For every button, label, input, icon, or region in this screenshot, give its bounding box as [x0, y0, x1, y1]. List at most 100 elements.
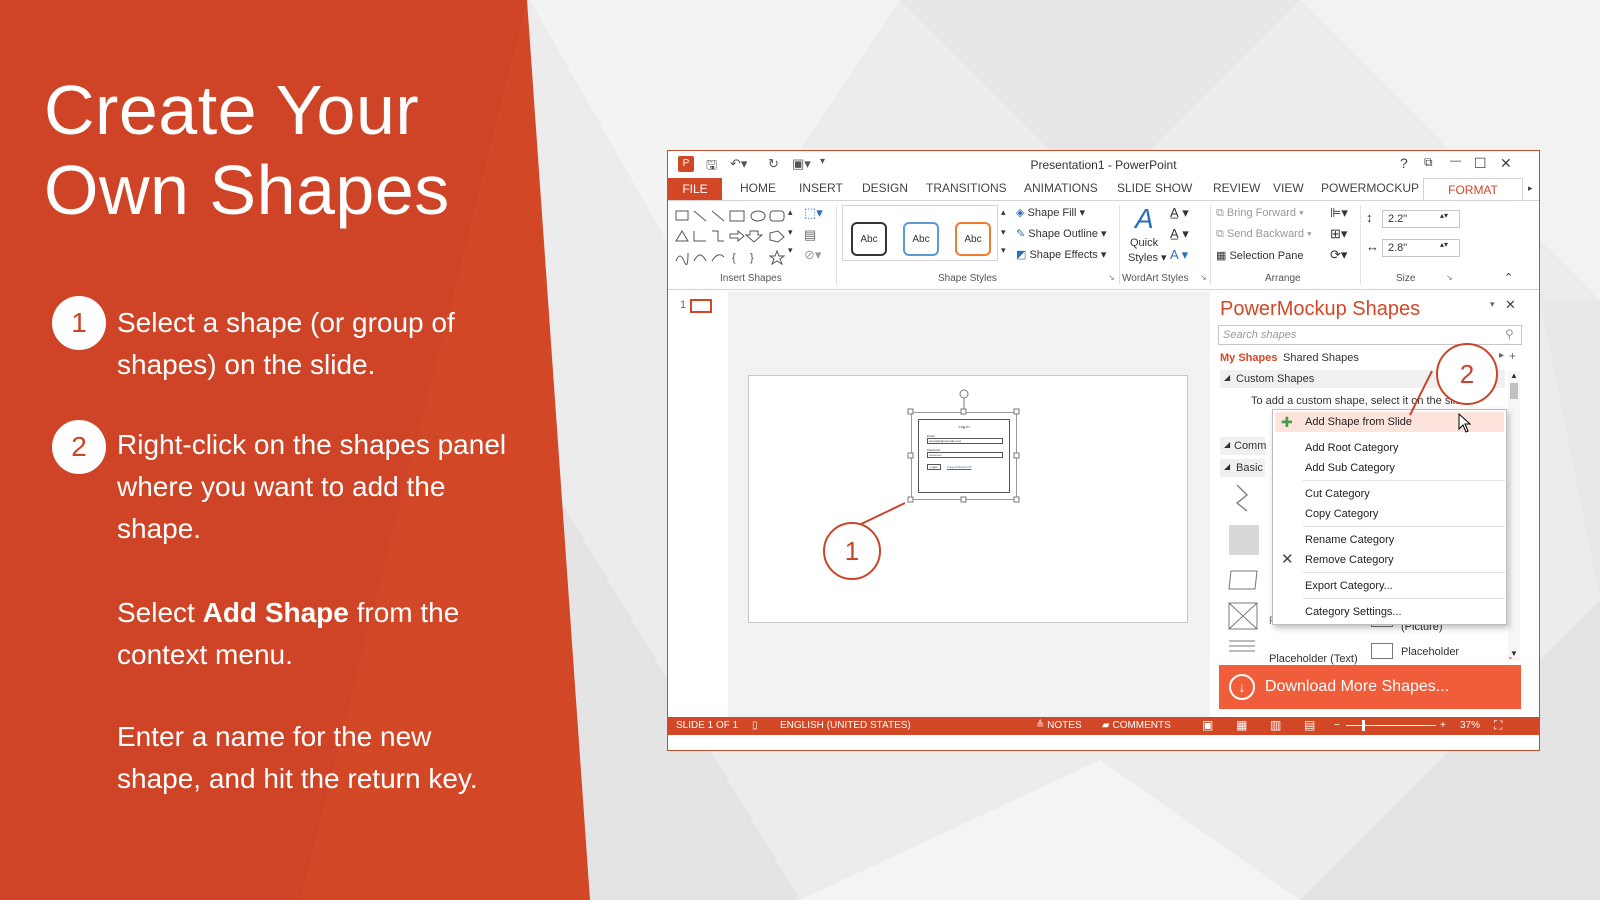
- width-spinner-icon[interactable]: ▴▾: [1440, 240, 1448, 249]
- zoom-in-icon[interactable]: +: [1440, 720, 1446, 731]
- tab-animations[interactable]: ANIMATIONS: [1024, 181, 1098, 195]
- panel-scrollbar[interactable]: ▲ ▼: [1508, 371, 1520, 661]
- shape-outline-button[interactable]: ✎ Shape Outline ▾: [1016, 227, 1107, 240]
- menu-item-cut-category[interactable]: Cut Category: [1305, 488, 1370, 500]
- slide-thumbnail[interactable]: [690, 299, 712, 313]
- menu-item-category-settings[interactable]: Category Settings...: [1305, 606, 1402, 618]
- maximize-icon[interactable]: ☐: [1474, 155, 1487, 172]
- shape-styles-launcher-icon[interactable]: ↘: [1108, 273, 1115, 282]
- group-icon[interactable]: ⊞▾: [1330, 226, 1347, 242]
- ribbon-display-icon[interactable]: ⧉: [1424, 155, 1433, 170]
- tab-view[interactable]: VIEW: [1273, 181, 1304, 195]
- zoom-slider-thumb[interactable]: [1362, 720, 1365, 731]
- gallery-down-icon[interactable]: ▾: [788, 227, 793, 238]
- quick-styles-line1[interactable]: Quick: [1130, 237, 1158, 249]
- edit-shape-icon[interactable]: ⬚▾: [804, 205, 823, 221]
- tab-design[interactable]: DESIGN: [862, 181, 908, 195]
- text-outline-icon[interactable]: A̲ ▾: [1170, 226, 1189, 242]
- reading-view-icon[interactable]: ▥: [1270, 718, 1281, 732]
- tab-insert[interactable]: INSERT: [799, 181, 843, 195]
- shape-fill-button[interactable]: ◈ Shape Fill ▾: [1016, 206, 1085, 219]
- tab-home[interactable]: HOME: [740, 181, 776, 195]
- scroll-tabs-icon[interactable]: ▸: [1528, 183, 1533, 194]
- tab-slide-show[interactable]: SLIDE SHOW: [1117, 181, 1192, 195]
- shapes-search-input[interactable]: Search shapes: [1218, 325, 1522, 345]
- styles-more-icon[interactable]: ▾: [1001, 245, 1006, 256]
- styles-up-icon[interactable]: ▴: [1001, 207, 1006, 218]
- slide-canvas[interactable]: Log In Email example@example.com Passwor…: [748, 375, 1188, 623]
- zoom-slider[interactable]: [1346, 725, 1436, 726]
- menu-item-copy-category[interactable]: Copy Category: [1305, 508, 1378, 520]
- selection-pane-button[interactable]: ▦ Selection Pane: [1216, 249, 1303, 262]
- slide-sorter-icon[interactable]: ▦: [1236, 718, 1247, 732]
- comments-button[interactable]: ▰ COMMENTS: [1102, 720, 1171, 731]
- zoom-level[interactable]: 37%: [1460, 720, 1480, 731]
- quick-styles-button[interactable]: Styles ▾: [1128, 251, 1167, 264]
- quick-styles-icon[interactable]: A: [1135, 203, 1154, 235]
- gallery-more-icon[interactable]: ▾: [788, 245, 793, 256]
- rotate-icon[interactable]: ⟳▾: [1330, 247, 1347, 263]
- scroll-thumb[interactable]: [1510, 383, 1518, 399]
- style-preset-orange[interactable]: Abc: [955, 222, 991, 256]
- collapse-download-icon[interactable]: ⌄: [1507, 652, 1514, 661]
- bring-forward-button[interactable]: ⧉ Bring Forward ▾: [1216, 207, 1304, 220]
- download-icon: ↓: [1229, 674, 1255, 700]
- normal-view-icon[interactable]: ▣: [1202, 718, 1213, 732]
- text-effects-icon[interactable]: A ▾: [1170, 247, 1188, 263]
- slideshow-view-icon[interactable]: ▤: [1304, 718, 1315, 732]
- shape-effects-button[interactable]: ◩ Shape Effects ▾: [1016, 248, 1106, 261]
- close-icon[interactable]: ✕: [1500, 155, 1512, 172]
- align-icon[interactable]: ⊫▾: [1330, 205, 1348, 221]
- menu-item-remove-category[interactable]: Remove Category: [1305, 554, 1394, 566]
- tab-my-shapes[interactable]: My Shapes: [1220, 352, 1277, 364]
- tab-file[interactable]: FILE: [668, 178, 722, 200]
- text-fill-icon[interactable]: A̲ ▾: [1170, 205, 1189, 221]
- zoom-out-icon[interactable]: −: [1334, 720, 1340, 731]
- menu-item-rename-category[interactable]: Rename Category: [1305, 534, 1394, 546]
- text-lines-shape-icon[interactable]: [1229, 640, 1255, 652]
- wordart-launcher-icon[interactable]: ↘: [1200, 273, 1207, 282]
- download-more-shapes-button[interactable]: ↓ Download More Shapes...: [1219, 665, 1521, 709]
- height-spinner-icon[interactable]: ▴▾: [1440, 211, 1448, 220]
- category-basic[interactable]: ◢ Basic: [1220, 459, 1265, 477]
- placeholder-shape-icon[interactable]: [1371, 643, 1393, 659]
- fit-slide-icon[interactable]: ⛶: [1494, 718, 1502, 733]
- panel-more-icon[interactable]: ▸: [1499, 350, 1504, 361]
- menu-item-add-shape-from-slide[interactable]: Add Shape from Slide: [1305, 416, 1412, 428]
- shape-width-input[interactable]: 2.8": [1382, 239, 1460, 257]
- tab-powermockup[interactable]: POWERMOCKUP: [1321, 181, 1419, 195]
- shapes-list[interactable]: [1225, 481, 1265, 661]
- size-launcher-icon[interactable]: ↘: [1446, 273, 1453, 282]
- category-common[interactable]: ◢ Comm: [1220, 437, 1266, 455]
- group-separator: [1119, 205, 1120, 285]
- panel-close-icon[interactable]: ✕: [1505, 297, 1516, 313]
- styles-down-icon[interactable]: ▾: [1001, 227, 1006, 238]
- menu-item-add-root-category[interactable]: Add Root Category: [1305, 442, 1399, 454]
- chevron-shape-icon[interactable]: [1235, 484, 1249, 512]
- help-icon[interactable]: ?: [1400, 155, 1408, 171]
- spellcheck-icon[interactable]: ▯: [752, 720, 758, 731]
- send-backward-label: Send Backward: [1226, 228, 1304, 240]
- send-backward-button[interactable]: ⧉ Send Backward ▾: [1216, 228, 1312, 241]
- status-language[interactable]: ENGLISH (UNITED STATES): [780, 720, 911, 731]
- panel-options-icon[interactable]: ▾: [1490, 299, 1495, 310]
- menu-item-export-category[interactable]: Export Category...: [1305, 580, 1393, 592]
- menu-item-add-sub-category[interactable]: Add Sub Category: [1305, 462, 1395, 474]
- gallery-up-icon[interactable]: ▴: [788, 207, 793, 218]
- notes-button[interactable]: ≜ NOTES: [1036, 720, 1082, 731]
- tab-format[interactable]: FORMAT: [1423, 178, 1523, 200]
- shape-height-input[interactable]: 2.2": [1382, 210, 1460, 228]
- text-box-icon[interactable]: ▤: [804, 227, 816, 243]
- parallelogram-shape-icon[interactable]: [1228, 570, 1258, 590]
- tab-shared-shapes[interactable]: Shared Shapes: [1283, 352, 1359, 364]
- panel-add-icon[interactable]: +: [1509, 349, 1516, 363]
- scroll-up-icon[interactable]: ▲: [1510, 371, 1518, 380]
- style-preset-dark[interactable]: Abc: [851, 222, 887, 256]
- minimize-icon[interactable]: —: [1450, 155, 1461, 167]
- merge-shapes-icon[interactable]: ⊘▾: [804, 247, 821, 263]
- hatched-shape-icon[interactable]: [1229, 525, 1259, 555]
- tab-transitions[interactable]: TRANSITIONS: [926, 181, 1007, 195]
- style-preset-blue[interactable]: Abc: [903, 222, 939, 256]
- tab-review[interactable]: REVIEW: [1213, 181, 1260, 195]
- collapse-ribbon-icon[interactable]: ⌃: [1504, 271, 1513, 284]
